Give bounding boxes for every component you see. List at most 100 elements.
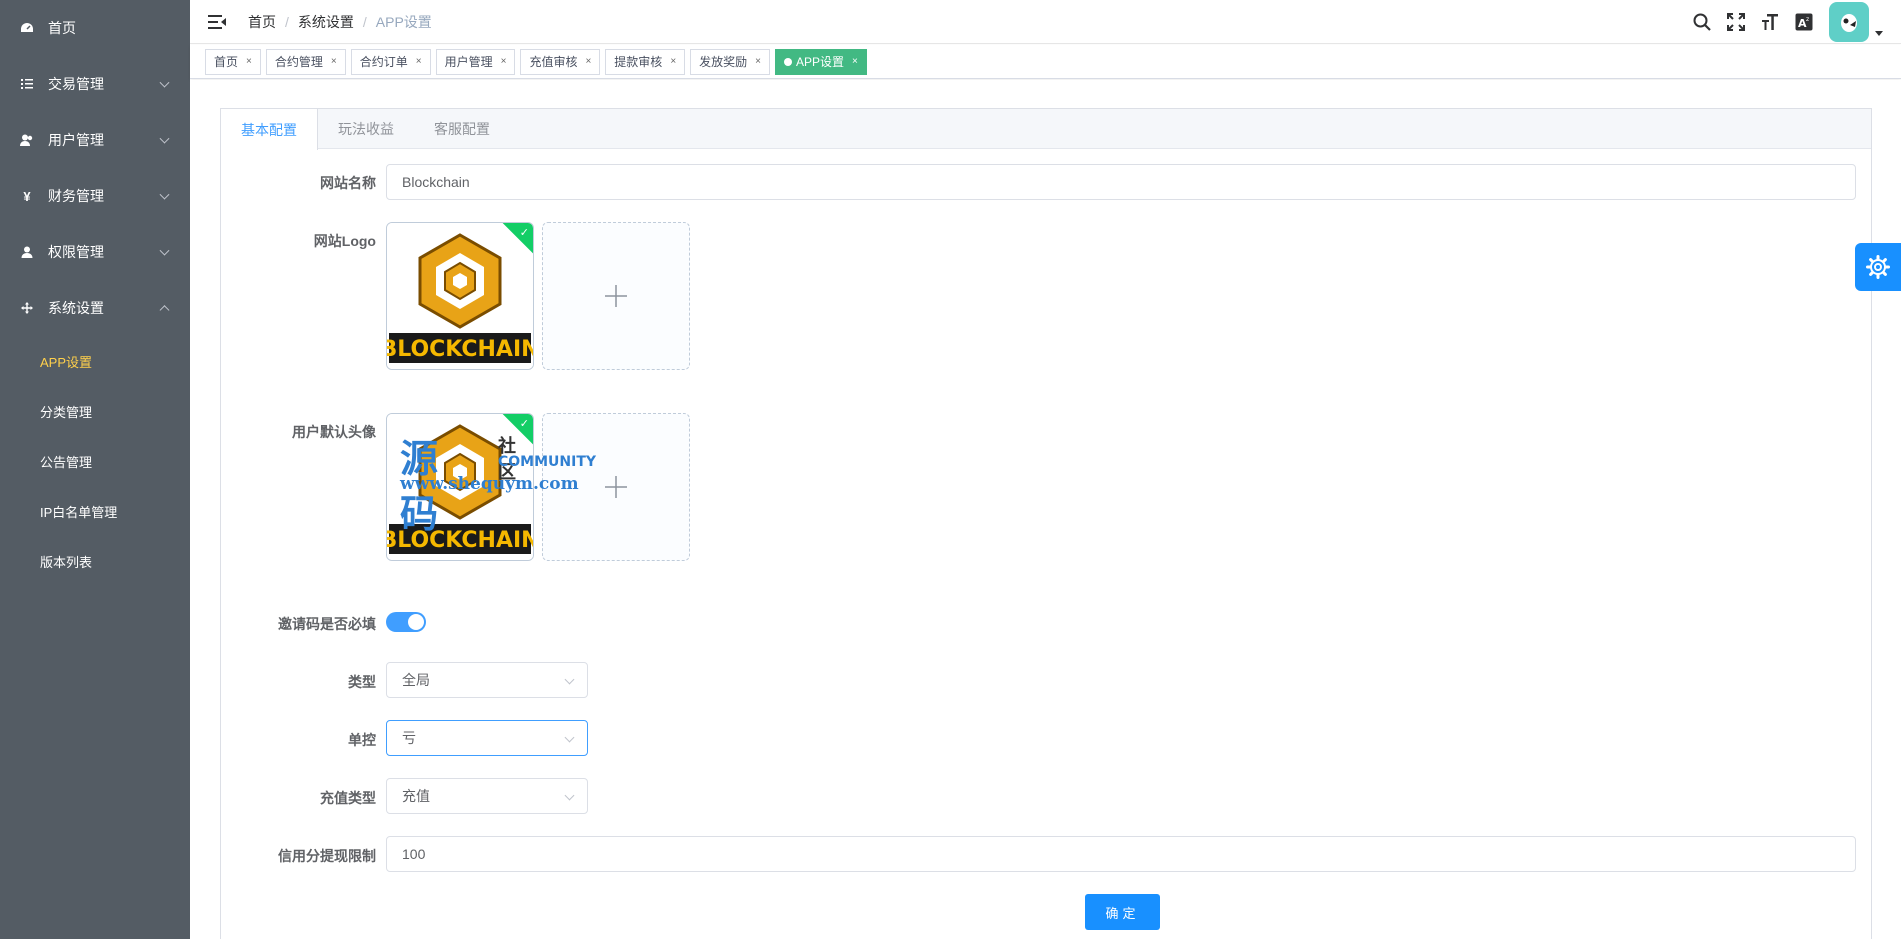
- single-control-select[interactable]: 亏: [386, 720, 588, 756]
- close-icon[interactable]: ×: [246, 56, 252, 67]
- sidebar-item-label: 用户管理: [48, 132, 104, 148]
- sidebar-item-finance[interactable]: ¥ 财务管理: [0, 168, 190, 224]
- tag-app-settings[interactable]: APP设置 ×: [775, 48, 867, 75]
- sidebar-subitem-app-settings[interactable]: APP设置: [0, 336, 190, 386]
- close-icon[interactable]: ×: [670, 56, 676, 67]
- svg-text:z: z: [1806, 16, 1809, 23]
- active-dot: [784, 57, 793, 66]
- move-icon: [20, 301, 34, 315]
- yen-icon: ¥: [23, 188, 31, 204]
- site-name-input[interactable]: Blockchain: [386, 164, 1856, 200]
- default-avatar-thumbnail[interactable]: BLOCKCHAIN ✓: [386, 413, 534, 561]
- close-icon[interactable]: ×: [501, 56, 507, 67]
- tag-label: 提款审核: [614, 55, 663, 69]
- submit-button[interactable]: 确定: [1085, 894, 1160, 930]
- chevron-down-icon: [564, 732, 575, 743]
- chevron-down-icon: [564, 790, 575, 801]
- tag-contracts[interactable]: 合约管理 ×: [265, 48, 346, 75]
- top-navbar: 首页 / 系统设置 / APP设置 Az: [190, 0, 1901, 44]
- breadcrumb: 首页 / 系统设置 / APP设置: [248, 12, 432, 32]
- breadcrumb-current: APP设置: [375, 13, 432, 30]
- settings-card: 基本配置 玩法收益 客服配置 网站名称 Blockchain 网站Logo BL…: [220, 108, 1872, 939]
- tag-label: APP设置: [796, 55, 845, 69]
- credit-limit-label: 信用分提现限制: [278, 848, 376, 864]
- tag-recharge-review[interactable]: 充值审核 ×: [520, 48, 601, 75]
- sidebar-item-label: 首页: [48, 20, 76, 36]
- chevron-down-icon: [159, 245, 170, 256]
- tag-home[interactable]: 首页 ×: [205, 48, 261, 75]
- fullscreen-icon[interactable]: [1725, 11, 1747, 33]
- sidebar-item-label: 系统设置: [48, 300, 104, 316]
- font-size-icon[interactable]: [1759, 11, 1781, 33]
- select-value: 亏: [402, 730, 416, 746]
- tag-label: 首页: [214, 55, 239, 69]
- sidebar-item-home[interactable]: 首页: [0, 0, 190, 56]
- chevron-down-icon: [564, 674, 575, 685]
- recharge-type-label: 充值类型: [320, 790, 376, 806]
- tag-label: 发放奖励: [699, 55, 748, 69]
- select-value: 充值: [402, 788, 430, 804]
- plus-icon: [605, 285, 627, 307]
- caret-down-icon[interactable]: [1875, 30, 1883, 36]
- sidebar-item-label: 财务管理: [48, 188, 104, 204]
- close-icon[interactable]: ×: [755, 56, 761, 67]
- sidebar-subitem-announcement[interactable]: 公告管理: [0, 436, 190, 486]
- sidebar-subitem-versions[interactable]: 版本列表: [0, 536, 190, 586]
- switch-knob: [408, 614, 424, 630]
- search-icon[interactable]: [1691, 11, 1713, 33]
- sidebar-item-label: 交易管理: [48, 76, 104, 92]
- type-label: 类型: [348, 674, 376, 690]
- users-icon: [20, 133, 34, 147]
- dashboard-icon: [20, 21, 34, 35]
- tag-users[interactable]: 用户管理 ×: [435, 48, 516, 75]
- chevron-up-icon: [159, 305, 170, 316]
- site-logo-upload-button[interactable]: [542, 222, 690, 370]
- chevron-down-icon: [159, 133, 170, 144]
- sidebar-subitem-ip-whitelist[interactable]: IP白名单管理: [0, 486, 190, 536]
- list-icon: [20, 77, 34, 91]
- tags-view: 首页 × 合约管理 × 合约订单 × 用户管理 × 充值审核 × 提款审核 × 发放奖励 × …: [190, 45, 1901, 79]
- svg-text:BLOCKCHAIN: BLOCKCHAIN: [387, 337, 533, 362]
- sidebar-item-permission[interactable]: 权限管理: [0, 224, 190, 280]
- chevron-down-icon: [159, 189, 170, 200]
- tab-basic-config[interactable]: 基本配置: [221, 109, 318, 150]
- sidebar-subitem-category[interactable]: 分类管理: [0, 386, 190, 436]
- tag-rewards[interactable]: 发放奖励 ×: [690, 48, 771, 75]
- close-icon[interactable]: ×: [852, 56, 858, 67]
- sidebar-item-users[interactable]: 用户管理: [0, 112, 190, 168]
- site-logo-thumbnail[interactable]: BLOCKCHAIN ✓: [386, 222, 534, 370]
- blockchain-logo-image: BLOCKCHAIN: [387, 223, 533, 369]
- sidebar-item-label: 权限管理: [48, 244, 104, 260]
- gear-icon: [1866, 255, 1890, 279]
- credit-limit-input[interactable]: 100: [386, 836, 1856, 872]
- check-icon: ✓: [519, 418, 529, 430]
- recharge-type-select[interactable]: 充值: [386, 778, 588, 814]
- tabs: 基本配置 玩法收益 客服配置: [221, 109, 1871, 150]
- tag-withdraw-review[interactable]: 提款审核 ×: [605, 48, 686, 75]
- hamburger-icon[interactable]: [208, 14, 226, 29]
- avatar[interactable]: [1829, 2, 1869, 42]
- close-icon[interactable]: ×: [585, 56, 591, 67]
- svg-text:BLOCKCHAIN: BLOCKCHAIN: [387, 528, 533, 553]
- header-actions: Az: [1679, 0, 1883, 44]
- breadcrumb-separator: /: [285, 13, 289, 30]
- breadcrumb-home[interactable]: 首页: [248, 12, 276, 32]
- invite-required-switch[interactable]: [386, 612, 426, 632]
- sidebar-item-trade[interactable]: 交易管理: [0, 56, 190, 112]
- close-icon[interactable]: ×: [416, 56, 422, 67]
- site-logo-label: 网站Logo: [313, 233, 376, 249]
- tag-label: 合约订单: [359, 55, 408, 69]
- tab-gameplay-earnings[interactable]: 玩法收益: [318, 109, 414, 149]
- tag-contract-orders[interactable]: 合约订单 ×: [350, 48, 431, 75]
- tab-customer-service[interactable]: 客服配置: [414, 109, 510, 149]
- breadcrumb-system-settings[interactable]: 系统设置: [298, 12, 354, 32]
- tag-label: 用户管理: [444, 55, 493, 69]
- floating-settings-button[interactable]: [1855, 243, 1901, 291]
- language-icon[interactable]: Az: [1793, 11, 1815, 33]
- type-select[interactable]: 全局: [386, 662, 588, 698]
- default-avatar-upload-button[interactable]: [542, 413, 690, 561]
- close-icon[interactable]: ×: [331, 56, 337, 67]
- sidebar-item-system[interactable]: 系统设置: [0, 280, 190, 336]
- invite-required-label: 邀请码是否必填: [278, 616, 376, 632]
- default-avatar-label: 用户默认头像: [292, 424, 376, 440]
